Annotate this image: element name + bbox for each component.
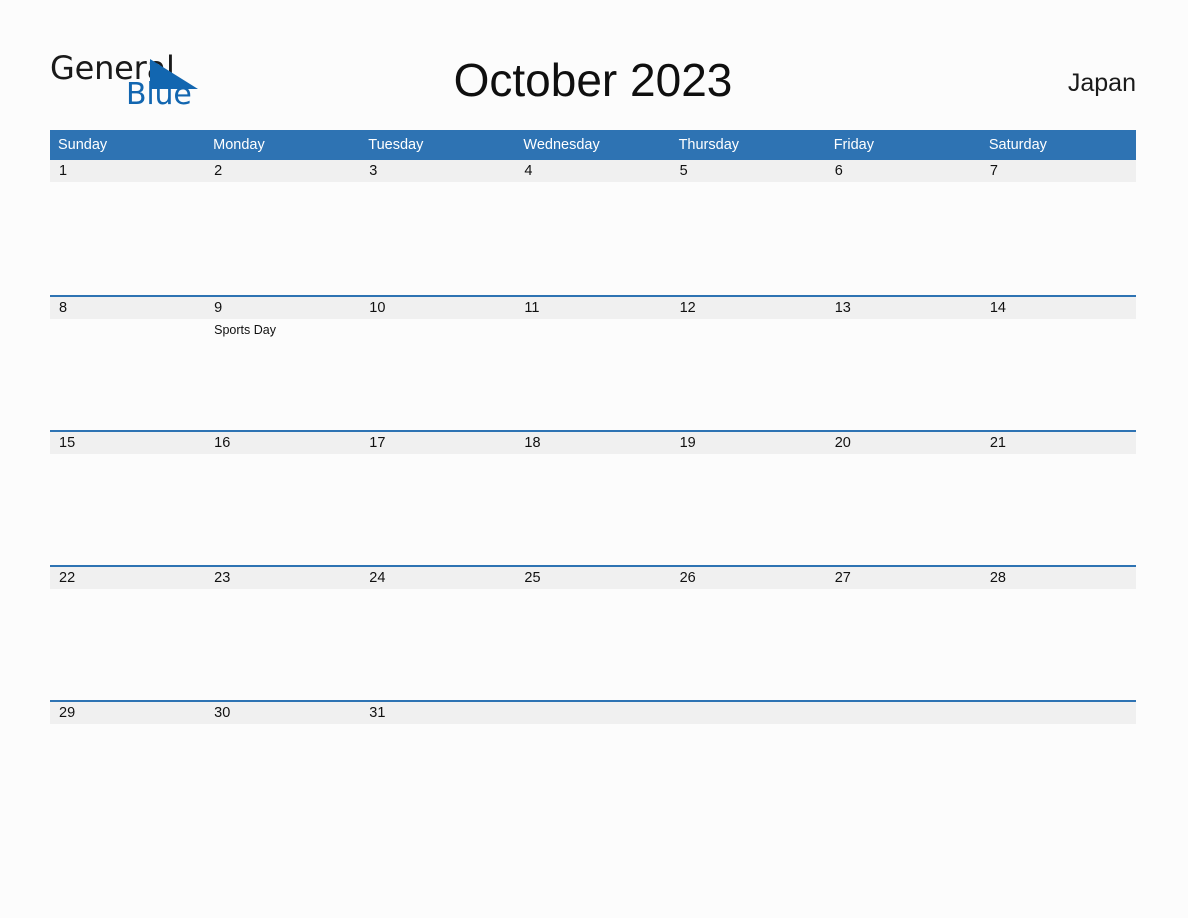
day-number (826, 702, 981, 724)
weekday-header-row: Sunday Monday Tuesday Wednesday Thursday… (50, 130, 1136, 160)
week-row: 8 9 10 11 12 13 14 Sports Day (50, 295, 1136, 430)
day-cell (515, 724, 670, 837)
day-number[interactable]: 24 (360, 567, 515, 589)
day-cell[interactable] (515, 319, 670, 432)
day-number[interactable]: 7 (981, 160, 1136, 182)
day-number[interactable]: 8 (50, 297, 205, 319)
day-number[interactable]: 30 (205, 702, 360, 724)
week-row: 29 30 31 (50, 700, 1136, 835)
page-header: General Blue October 2023 Japan (50, 44, 1136, 120)
day-cell[interactable] (671, 454, 826, 567)
day-number-band: 22 23 24 25 26 27 28 (50, 567, 1136, 589)
day-number[interactable]: 17 (360, 432, 515, 454)
day-number[interactable]: 26 (671, 567, 826, 589)
day-cell (671, 724, 826, 837)
calendar-page: General Blue October 2023 Japan Sunday M… (0, 0, 1188, 918)
day-cell[interactable] (50, 182, 205, 295)
day-number[interactable]: 3 (360, 160, 515, 182)
day-number-band: 1 2 3 4 5 6 7 (50, 160, 1136, 182)
day-number[interactable]: 31 (360, 702, 515, 724)
day-cell[interactable] (981, 319, 1136, 432)
day-cell[interactable] (50, 724, 205, 837)
day-cell[interactable] (826, 319, 981, 432)
day-cell[interactable] (360, 319, 515, 432)
country-label: Japan (1067, 69, 1136, 97)
day-number[interactable]: 21 (981, 432, 1136, 454)
day-number[interactable]: 20 (826, 432, 981, 454)
weekday-header-saturday: Saturday (988, 137, 1047, 153)
day-event: Sports Day (214, 323, 276, 337)
day-cell[interactable] (360, 454, 515, 567)
day-cell[interactable] (360, 724, 515, 837)
page-title: October 2023 (453, 54, 733, 106)
day-cell[interactable] (205, 724, 360, 837)
day-cell[interactable] (50, 319, 205, 432)
week-row: 1 2 3 4 5 6 7 (50, 160, 1136, 295)
day-cell[interactable] (205, 589, 360, 702)
day-number[interactable]: 28 (981, 567, 1136, 589)
day-number[interactable]: 2 (205, 160, 360, 182)
day-event-band (50, 724, 1136, 837)
week-row: 15 16 17 18 19 20 21 (50, 430, 1136, 565)
day-cell[interactable] (671, 182, 826, 295)
weekday-header-tuesday: Tuesday (368, 137, 424, 153)
day-number[interactable]: 23 (205, 567, 360, 589)
day-number[interactable]: 13 (826, 297, 981, 319)
day-number-band: 15 16 17 18 19 20 21 (50, 432, 1136, 454)
day-number[interactable]: 25 (515, 567, 670, 589)
day-cell[interactable] (981, 454, 1136, 567)
day-number[interactable]: 6 (826, 160, 981, 182)
day-number[interactable]: 5 (671, 160, 826, 182)
day-number[interactable]: 16 (205, 432, 360, 454)
day-cell (826, 724, 981, 837)
day-number[interactable]: 19 (671, 432, 826, 454)
day-number[interactable]: 22 (50, 567, 205, 589)
day-cell[interactable] (671, 319, 826, 432)
day-cell[interactable] (826, 182, 981, 295)
day-number[interactable]: 10 (360, 297, 515, 319)
day-cell[interactable] (205, 182, 360, 295)
day-cell[interactable]: Sports Day (205, 319, 360, 432)
day-number (515, 702, 670, 724)
weekday-header-thursday: Thursday (678, 137, 740, 153)
day-number-band: 8 9 10 11 12 13 14 (50, 297, 1136, 319)
day-cell[interactable] (50, 454, 205, 567)
day-cell[interactable] (205, 454, 360, 567)
day-number[interactable]: 18 (515, 432, 670, 454)
day-number[interactable]: 4 (515, 160, 670, 182)
day-cell[interactable] (671, 589, 826, 702)
day-cell[interactable] (360, 589, 515, 702)
day-number[interactable]: 11 (515, 297, 670, 319)
day-event-band (50, 589, 1136, 702)
week-row: 22 23 24 25 26 27 28 (50, 565, 1136, 700)
day-cell[interactable] (50, 589, 205, 702)
day-cell (981, 724, 1136, 837)
day-number-band: 29 30 31 (50, 702, 1136, 724)
day-number[interactable]: 29 (50, 702, 205, 724)
day-number[interactable]: 1 (50, 160, 205, 182)
day-cell[interactable] (515, 182, 670, 295)
calendar-grid: Sunday Monday Tuesday Wednesday Thursday… (50, 130, 1136, 835)
day-event-band (50, 182, 1136, 295)
day-number (981, 702, 1136, 724)
day-number[interactable]: 27 (826, 567, 981, 589)
day-number (671, 702, 826, 724)
day-cell[interactable] (981, 589, 1136, 702)
day-number[interactable]: 15 (50, 432, 205, 454)
weekday-header-wednesday: Wednesday (523, 137, 600, 153)
day-number[interactable]: 9 (205, 297, 360, 319)
weekday-header-friday: Friday (833, 137, 874, 153)
day-number[interactable]: 14 (981, 297, 1136, 319)
day-cell[interactable] (360, 182, 515, 295)
day-cell[interactable] (981, 182, 1136, 295)
day-cell[interactable] (515, 589, 670, 702)
day-cell[interactable] (826, 454, 981, 567)
day-event-band: Sports Day (50, 319, 1136, 432)
weekday-header-monday: Monday (213, 137, 265, 153)
weekday-header-sunday: Sunday (58, 137, 108, 153)
day-event-band (50, 454, 1136, 567)
day-number[interactable]: 12 (671, 297, 826, 319)
day-cell[interactable] (515, 454, 670, 567)
day-cell[interactable] (826, 589, 981, 702)
